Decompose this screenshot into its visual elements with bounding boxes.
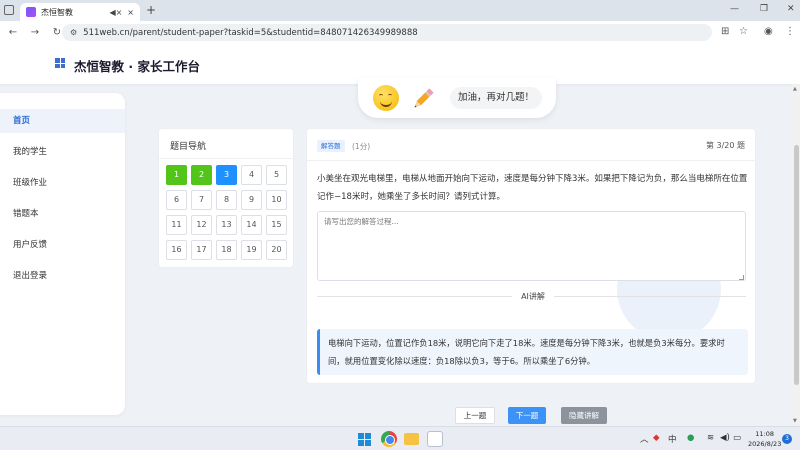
divider bbox=[159, 158, 293, 159]
next-question-button[interactable]: 下一题 bbox=[508, 407, 546, 424]
battery-icon[interactable]: ▭ bbox=[733, 433, 741, 443]
scrollbar-thumb[interactable] bbox=[794, 145, 799, 385]
question-progress: 第 3/20 题 bbox=[705, 141, 745, 150]
file-explorer-icon[interactable] bbox=[404, 433, 419, 445]
minimize-icon[interactable]: — bbox=[730, 4, 739, 14]
bookmark-star-icon[interactable]: ☆ bbox=[739, 26, 748, 37]
question-number-button[interactable]: 15 bbox=[266, 215, 287, 235]
hide-explanation-button[interactable]: 隐藏讲解 bbox=[561, 407, 607, 424]
question-number-button[interactable]: 19 bbox=[241, 240, 262, 260]
speaker-muted-icon[interactable]: ◀× bbox=[109, 8, 122, 17]
profile-icon[interactable]: ◉ bbox=[764, 26, 773, 37]
sidebar: 首页 我的学生 班级作业 错题本 用户反馈 退出登录 bbox=[0, 93, 125, 415]
tab-title: 杰恒智教 bbox=[41, 7, 73, 17]
divider bbox=[307, 160, 755, 161]
question-number-button[interactable]: 4 bbox=[241, 165, 262, 185]
question-number-button[interactable]: 17 bbox=[191, 240, 212, 260]
answer-textarea[interactable] bbox=[317, 211, 746, 281]
question-number-button[interactable]: 16 bbox=[166, 240, 187, 260]
sidebar-item-class-homework[interactable]: 班级作业 bbox=[0, 171, 125, 195]
logo-icon bbox=[55, 58, 65, 68]
question-number-button[interactable]: 3 bbox=[216, 165, 237, 185]
tab-actions-icon[interactable] bbox=[4, 5, 14, 15]
menu-icon[interactable]: ⋮ bbox=[785, 26, 795, 37]
question-number-button[interactable]: 14 bbox=[241, 215, 262, 235]
windows-taskbar: ︿ ◆ 中 ● ≋ ◀) ▭ 11:08 2026/8/23 3 bbox=[0, 426, 800, 450]
tray-wechat-icon[interactable]: ● bbox=[687, 433, 694, 443]
notification-badge[interactable]: 3 bbox=[782, 434, 792, 444]
tray-expand-icon[interactable]: ︿ bbox=[640, 433, 649, 445]
wifi-icon[interactable]: ≋ bbox=[707, 433, 714, 443]
question-number-button[interactable]: 9 bbox=[241, 190, 262, 210]
question-number-button[interactable]: 8 bbox=[216, 190, 237, 210]
close-window-icon[interactable]: ✕ bbox=[787, 4, 795, 14]
question-number-button[interactable]: 20 bbox=[266, 240, 287, 260]
browser-tab[interactable]: 杰恒智教 ◀× × bbox=[20, 3, 140, 21]
new-tab-button[interactable]: + bbox=[146, 3, 156, 17]
pencil-icon bbox=[414, 88, 434, 108]
browser-tabbar: 杰恒智教 ◀× × + — ❐ ✕ bbox=[0, 0, 800, 21]
question-card: 解答题 (1分) 第 3/20 题 小美坐在观光电梯里，电梯从地面开始向下运动，… bbox=[306, 128, 756, 384]
encouragement-bubble: 加油，再对几题！ bbox=[450, 87, 542, 109]
question-nav-panel: 题目导航 1 2 3 4 5 6 7 8 9 10 11 12 13 14 15 16 17 18 19 20 bbox=[158, 128, 294, 268]
question-number-button[interactable]: 5 bbox=[266, 165, 287, 185]
chrome-icon[interactable] bbox=[381, 431, 397, 447]
question-number-button[interactable]: 18 bbox=[216, 240, 237, 260]
address-bar[interactable]: ⚙ 511web.cn/parent/student-paper?taskid=… bbox=[62, 24, 712, 41]
tray-app-icon[interactable]: ◆ bbox=[653, 433, 660, 443]
tab-favicon-icon bbox=[26, 7, 36, 17]
maximize-icon[interactable]: ❐ bbox=[760, 4, 768, 14]
sidebar-item-feedback[interactable]: 用户反馈 bbox=[0, 233, 125, 257]
question-number-button[interactable]: 13 bbox=[216, 215, 237, 235]
question-number-button[interactable]: 11 bbox=[166, 215, 187, 235]
ai-explanation-text: 电梯向下运动，位置记作负18米，说明它向下走了18米。速度是每分钟下降3米，也就… bbox=[317, 329, 748, 375]
taskbar-clock[interactable]: 11:08 2026/8/23 bbox=[748, 429, 781, 449]
scroll-down-icon[interactable]: ▼ bbox=[793, 418, 797, 424]
clock-time: 11:08 bbox=[755, 430, 775, 438]
back-icon[interactable]: ← bbox=[4, 27, 22, 38]
question-text: 小美坐在观光电梯里，电梯从地面开始向下运动，速度是每分钟下降3米。如果把下降记为… bbox=[317, 174, 748, 202]
url-text: 511web.cn/parent/student-paper?taskid=5&… bbox=[83, 27, 418, 38]
snipping-tool-icon[interactable] bbox=[427, 431, 443, 447]
browser-toolbar: ← → ↻ ⚙ 511web.cn/parent/student-paper?t… bbox=[0, 21, 800, 44]
question-type-badge: 解答题 bbox=[317, 140, 345, 152]
question-number-button[interactable]: 12 bbox=[191, 215, 212, 235]
divider bbox=[317, 296, 512, 297]
prev-question-button[interactable]: 上一题 bbox=[455, 407, 495, 424]
sidebar-item-mistake-book[interactable]: 错题本 bbox=[0, 202, 125, 226]
clock-date: 2026/8/23 bbox=[748, 440, 782, 448]
ime-indicator[interactable]: 中 bbox=[668, 433, 677, 445]
mascot-banner: 加油，再对几题！ bbox=[358, 78, 556, 118]
translate-icon[interactable]: ⊞ bbox=[721, 26, 729, 37]
site-info-icon[interactable]: ⚙ bbox=[70, 28, 77, 37]
volume-icon[interactable]: ◀) bbox=[720, 433, 730, 443]
question-number-button[interactable]: 1 bbox=[166, 165, 187, 185]
question-number-button[interactable]: 6 bbox=[166, 190, 187, 210]
scroll-up-icon[interactable]: ▲ bbox=[793, 86, 797, 92]
divider bbox=[554, 296, 746, 297]
question-number-button[interactable]: 7 bbox=[191, 190, 212, 210]
sidebar-item-home[interactable]: 首页 bbox=[0, 109, 125, 133]
sidebar-item-logout[interactable]: 退出登录 bbox=[0, 264, 125, 288]
tab-close-icon[interactable]: × bbox=[127, 8, 134, 17]
sidebar-item-my-students[interactable]: 我的学生 bbox=[0, 140, 125, 164]
app-title: 杰恒智教 · 家长工作台 bbox=[74, 59, 200, 74]
question-score: (1分) bbox=[352, 142, 371, 151]
forward-icon[interactable]: → bbox=[26, 27, 44, 38]
windows-start-icon[interactable] bbox=[358, 433, 371, 446]
question-number-button[interactable]: 2 bbox=[191, 165, 212, 185]
question-number-button[interactable]: 10 bbox=[266, 190, 287, 210]
question-nav-title: 题目导航 bbox=[170, 142, 207, 152]
ai-explanation-heading: AI讲解 bbox=[521, 292, 545, 301]
resize-handle-icon[interactable] bbox=[739, 275, 744, 280]
smiley-face-icon bbox=[373, 85, 399, 111]
